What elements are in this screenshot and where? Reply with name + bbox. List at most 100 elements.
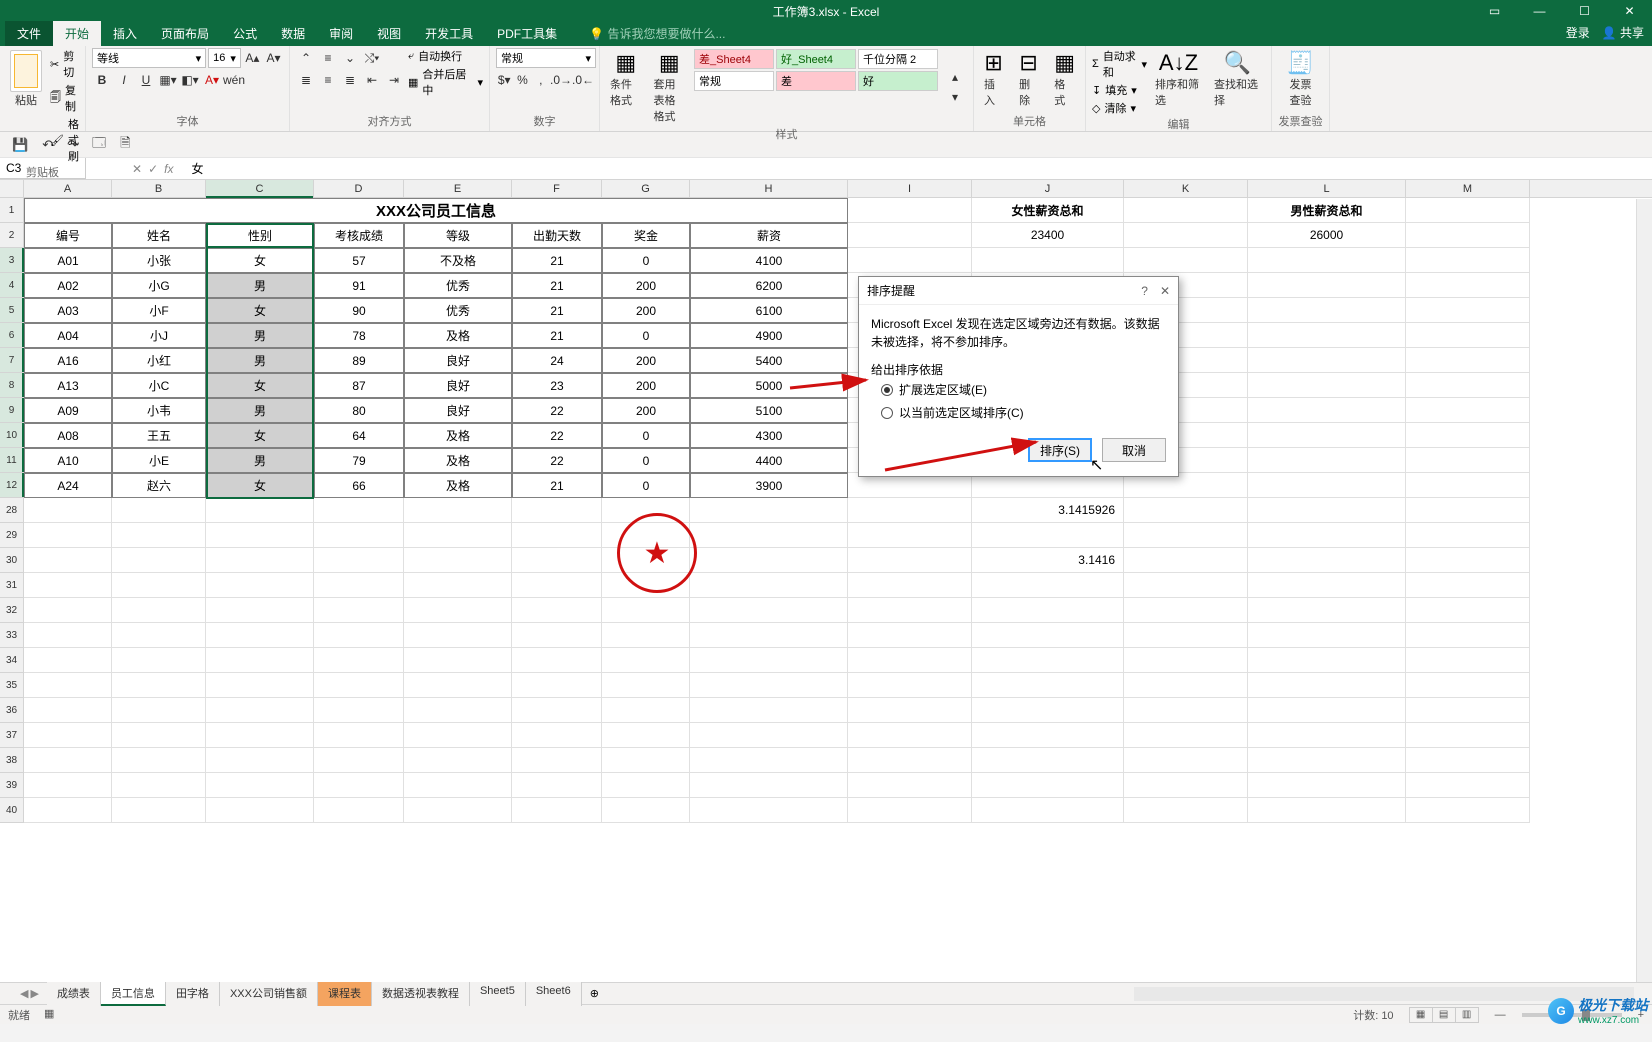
cell[interactable]: 0	[602, 423, 690, 448]
tab-data[interactable]: 数据	[269, 21, 317, 46]
style-bad[interactable]: 差	[776, 71, 856, 91]
dialog-close-icon[interactable]: ✕	[1160, 284, 1170, 298]
cell[interactable]	[314, 573, 404, 598]
undo-icon[interactable]: ↶	[42, 137, 53, 153]
cell[interactable]: 5000	[690, 373, 848, 398]
sheet-tab-2[interactable]: 田字格	[166, 982, 220, 1006]
normal-view-icon[interactable]: ▦	[1409, 1007, 1433, 1023]
cell[interactable]	[24, 623, 112, 648]
clear-button[interactable]: ◇ 清除 ▾	[1092, 100, 1147, 116]
delete-cells-button[interactable]: ⊟删除	[1015, 48, 1042, 110]
cell[interactable]	[848, 798, 972, 823]
cell[interactable]	[1248, 723, 1406, 748]
cell[interactable]	[1406, 398, 1530, 423]
cell[interactable]	[512, 623, 602, 648]
cell[interactable]: 男	[206, 398, 314, 423]
percent-icon[interactable]: %	[514, 70, 530, 90]
cell[interactable]	[314, 598, 404, 623]
row-header-8[interactable]: 8	[0, 373, 24, 398]
cell[interactable]: 4400	[690, 448, 848, 473]
tab-layout[interactable]: 页面布局	[149, 21, 221, 46]
cell[interactable]: 性别	[206, 223, 314, 248]
cell[interactable]	[24, 773, 112, 798]
cell[interactable]	[404, 523, 512, 548]
cell[interactable]	[972, 723, 1124, 748]
compare-icon[interactable]: 🗔	[92, 134, 106, 156]
cell[interactable]: 女性薪资总和	[972, 198, 1124, 223]
cell[interactable]	[314, 548, 404, 573]
cell[interactable]	[1406, 723, 1530, 748]
increase-font-icon[interactable]: A▴	[243, 48, 262, 68]
cell[interactable]	[602, 673, 690, 698]
column-header-C[interactable]: C	[206, 180, 314, 197]
tab-prev-icon[interactable]: ◀	[20, 987, 28, 1000]
cell[interactable]: 78	[314, 323, 404, 348]
cell[interactable]	[848, 198, 972, 223]
currency-icon[interactable]: $▾	[496, 70, 512, 90]
style-scroll-up[interactable]: ▴	[945, 67, 965, 87]
cell[interactable]	[848, 673, 972, 698]
page-break-icon[interactable]: ▥	[1455, 1007, 1479, 1023]
cell[interactable]: A04	[24, 323, 112, 348]
cell[interactable]: 3.1415926	[972, 498, 1124, 523]
cell[interactable]	[112, 548, 206, 573]
tab-home[interactable]: 开始	[53, 21, 101, 46]
cell[interactable]: 23	[512, 373, 602, 398]
dialog-help-icon[interactable]: ?	[1141, 284, 1148, 298]
tab-review[interactable]: 审阅	[317, 21, 365, 46]
cell[interactable]	[404, 798, 512, 823]
column-header-K[interactable]: K	[1124, 180, 1248, 197]
cell[interactable]	[404, 698, 512, 723]
cell[interactable]	[1248, 748, 1406, 773]
cell[interactable]: 良好	[404, 348, 512, 373]
cell[interactable]	[1406, 673, 1530, 698]
cell[interactable]	[972, 798, 1124, 823]
cell[interactable]	[112, 598, 206, 623]
column-header-D[interactable]: D	[314, 180, 404, 197]
sheet-tab-1[interactable]: 员工信息	[101, 982, 166, 1006]
cell[interactable]: 男性薪资总和	[1248, 198, 1406, 223]
cell[interactable]	[112, 698, 206, 723]
cell[interactable]	[602, 773, 690, 798]
cell[interactable]	[848, 698, 972, 723]
cell[interactable]: 等级	[404, 223, 512, 248]
cell[interactable]	[1248, 673, 1406, 698]
cell[interactable]	[1124, 798, 1248, 823]
cell[interactable]	[24, 498, 112, 523]
column-header-L[interactable]: L	[1248, 180, 1406, 197]
cell[interactable]	[206, 698, 314, 723]
cell[interactable]	[1406, 573, 1530, 598]
insert-cells-button[interactable]: ⊞插入	[980, 48, 1007, 110]
cell[interactable]	[972, 623, 1124, 648]
cell[interactable]: 21	[512, 273, 602, 298]
cell[interactable]	[848, 598, 972, 623]
cell[interactable]	[1124, 723, 1248, 748]
cell[interactable]	[1406, 598, 1530, 623]
row-header-38[interactable]: 38	[0, 748, 24, 773]
sheet-tab-3[interactable]: XXX公司销售额	[220, 982, 318, 1006]
column-header-E[interactable]: E	[404, 180, 512, 197]
style-thousand[interactable]: 千位分隔 2	[858, 49, 938, 69]
cell[interactable]: 200	[602, 273, 690, 298]
cell[interactable]	[972, 523, 1124, 548]
cell[interactable]	[972, 648, 1124, 673]
cell[interactable]	[314, 623, 404, 648]
cell[interactable]	[1124, 773, 1248, 798]
cell[interactable]	[206, 748, 314, 773]
align-right-icon[interactable]: ≣	[340, 70, 360, 90]
cell[interactable]	[1248, 273, 1406, 298]
cell[interactable]	[1406, 348, 1530, 373]
cell[interactable]: 21	[512, 298, 602, 323]
align-top-icon[interactable]: ⌃	[296, 48, 316, 68]
cell[interactable]	[1124, 548, 1248, 573]
cell[interactable]: 21	[512, 248, 602, 273]
wrap-text-button[interactable]: ⤶ 自动换行	[408, 48, 483, 64]
cell[interactable]: 良好	[404, 398, 512, 423]
cell[interactable]: 0	[602, 448, 690, 473]
tab-pdf[interactable]: PDF工具集	[485, 21, 569, 46]
cell[interactable]	[1248, 373, 1406, 398]
cell[interactable]	[848, 223, 972, 248]
cell[interactable]	[972, 748, 1124, 773]
cell[interactable]	[404, 623, 512, 648]
cell[interactable]	[1124, 223, 1248, 248]
